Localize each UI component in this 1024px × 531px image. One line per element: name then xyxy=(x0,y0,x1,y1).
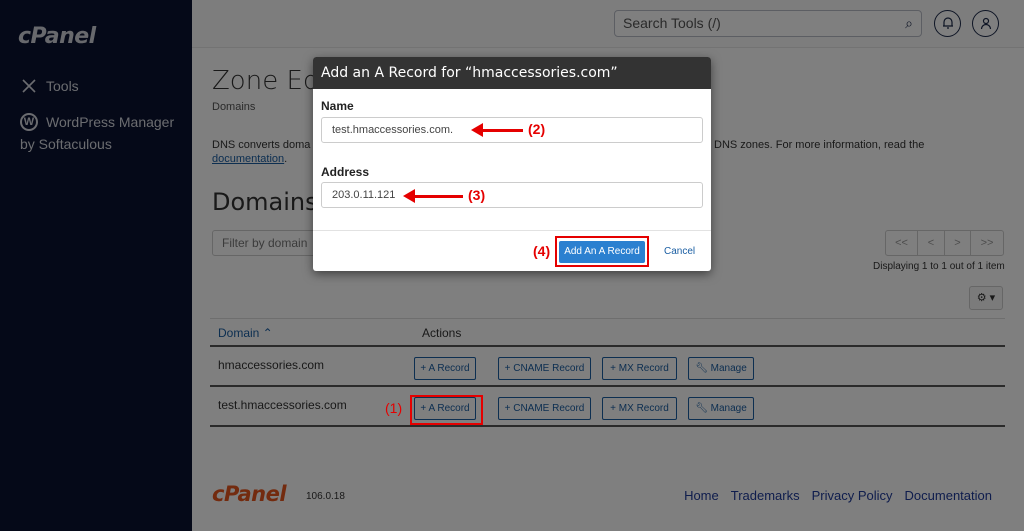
annotation-layer: (1) xyxy=(210,390,1023,430)
annotation-step-3: (3) xyxy=(468,187,486,203)
dialog-title: Add an A Record for “hmaccessories.com” xyxy=(313,57,711,89)
address-label: Address xyxy=(321,165,370,179)
annotation-step-1: (1) xyxy=(385,400,403,416)
annotation-step-4: (4) xyxy=(533,243,551,259)
annotation-arrow-3 xyxy=(403,189,463,203)
annotation-highlight-box xyxy=(410,395,483,425)
address-input[interactable]: 203.0.11.121 xyxy=(321,182,703,208)
name-label: Name xyxy=(321,99,354,113)
add-an-a-record-button[interactable]: Add An A Record xyxy=(559,241,645,263)
annotation-step-2: (2) xyxy=(528,121,546,137)
annotation-arrow-2 xyxy=(471,123,523,137)
add-a-record-dialog: Add an A Record for “hmaccessories.com” … xyxy=(313,57,711,271)
cancel-button[interactable]: Cancel xyxy=(664,246,695,257)
dialog-divider xyxy=(313,230,711,231)
